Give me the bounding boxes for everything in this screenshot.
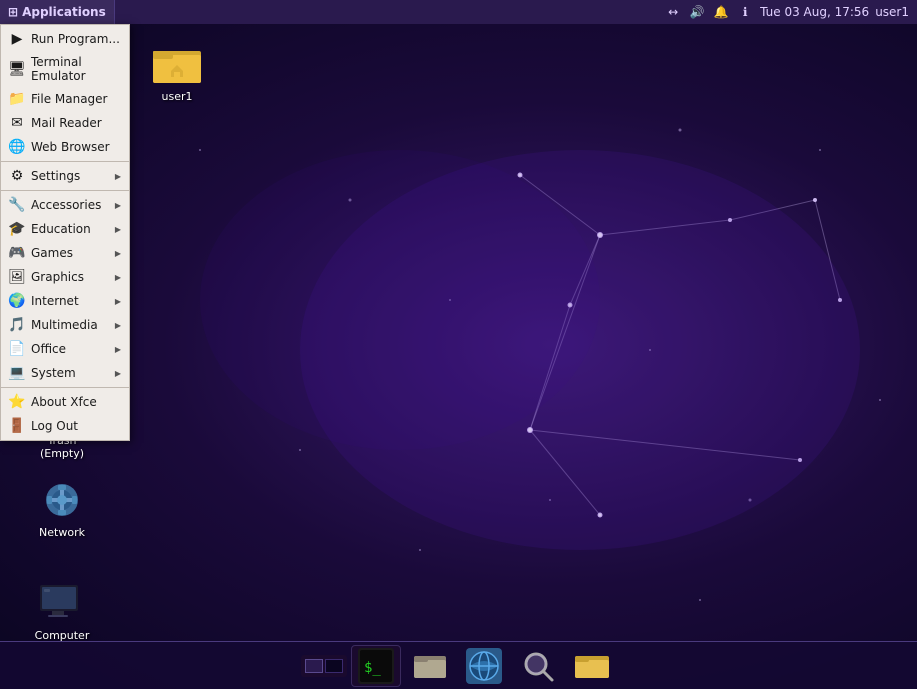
desktop-icon-computer[interactable]: Computer [22, 575, 102, 646]
menu-item-settings[interactable]: ⚙ Settings ▶ [1, 164, 129, 188]
desktop-icon-network[interactable]: Network [22, 472, 102, 543]
taskbar-folder[interactable] [567, 645, 617, 687]
menu-label-file-manager: File Manager [31, 92, 121, 106]
menu-label-system: System [31, 366, 109, 380]
notification-icon[interactable]: 🔔 [712, 3, 730, 21]
menu-icon-graphics: 🖼 [9, 269, 25, 285]
submenu-arrow-education: ▶ [115, 225, 121, 234]
menu-label-web-browser: Web Browser [31, 140, 121, 154]
menu-item-accessories[interactable]: 🔧 Accessories ▶ [1, 193, 129, 217]
menu-icon-games: 🎮 [9, 245, 25, 261]
info-icon[interactable]: ℹ [736, 3, 754, 21]
menu-item-multimedia[interactable]: 🎵 Multimedia ▶ [1, 313, 129, 337]
menu-label-about-xfce: About Xfce [31, 395, 121, 409]
panel-right: ↔ 🔊 🔔 ℹ Tue 03 Aug, 17:56 user1 [664, 3, 917, 21]
workspace2-btn[interactable] [325, 659, 343, 673]
desktop-icon-user1[interactable]: user1 [137, 36, 217, 107]
submenu-arrow-office: ▶ [115, 345, 121, 354]
menu-item-system[interactable]: 💻 System ▶ [1, 361, 129, 385]
menu-icon-web-browser: 🌐 [9, 139, 25, 155]
menu-separator [1, 190, 129, 191]
submenu-arrow-settings: ▶ [115, 172, 121, 181]
menu-separator [1, 387, 129, 388]
menu-icon-education: 🎓 [9, 221, 25, 237]
user1-folder-icon [153, 40, 201, 88]
submenu-arrow-system: ▶ [115, 369, 121, 378]
applications-label: Applications [22, 5, 106, 19]
workspace1-btn[interactable] [305, 659, 323, 673]
menu-label-mail-reader: Mail Reader [31, 116, 121, 130]
volume-icon[interactable]: 🔊 [688, 3, 706, 21]
menu-icon-run-program: ▶ [9, 31, 25, 47]
submenu-arrow-internet: ▶ [115, 297, 121, 306]
menu-icon-terminal-emulator: 🖥 [9, 61, 25, 77]
menu-item-education[interactable]: 🎓 Education ▶ [1, 217, 129, 241]
top-panel: ⊞ Applications ↔ 🔊 🔔 ℹ Tue 03 Aug, 17:56… [0, 0, 917, 24]
menu-item-log-out[interactable]: 🚪 Log Out [1, 414, 129, 438]
menu-icon-accessories: 🔧 [9, 197, 25, 213]
menu-item-file-manager[interactable]: 📁 File Manager [1, 87, 129, 111]
menu-icon-about-xfce: ⭐ [9, 394, 25, 410]
menu-separator [1, 161, 129, 162]
menu-item-office[interactable]: 📄 Office ▶ [1, 337, 129, 361]
menu-label-internet: Internet [31, 294, 109, 308]
taskbar-search[interactable] [513, 645, 563, 687]
menu-item-terminal-emulator[interactable]: 🖥 Terminal Emulator [1, 51, 129, 87]
taskbar: $_ [0, 641, 917, 689]
menu-label-run-program: Run Program... [31, 32, 121, 46]
menu-label-terminal-emulator: Terminal Emulator [31, 55, 121, 83]
menu-label-games: Games [31, 246, 109, 260]
menu-item-graphics[interactable]: 🖼 Graphics ▶ [1, 265, 129, 289]
submenu-arrow-graphics: ▶ [115, 273, 121, 282]
menu-label-accessories: Accessories [31, 198, 109, 212]
menu-label-graphics: Graphics [31, 270, 109, 284]
submenu-arrow-accessories: ▶ [115, 201, 121, 210]
workspace-switcher [301, 655, 347, 677]
user1-folder-label: user1 [162, 90, 193, 103]
menu-label-multimedia: Multimedia [31, 318, 109, 332]
menu-icon-mail-reader: ✉ [9, 115, 25, 131]
menu-label-log-out: Log Out [31, 419, 121, 433]
menu-item-games[interactable]: 🎮 Games ▶ [1, 241, 129, 265]
taskbar-web[interactable] [459, 645, 509, 687]
submenu-arrow-multimedia: ▶ [115, 321, 121, 330]
menu-item-internet[interactable]: 🌍 Internet ▶ [1, 289, 129, 313]
menu-icon-file-manager: 📁 [9, 91, 25, 107]
menu-item-about-xfce[interactable]: ⭐ About Xfce [1, 390, 129, 414]
menu-icon-log-out: 🚪 [9, 418, 25, 434]
username: user1 [875, 5, 909, 19]
network-desktop-icon [38, 476, 86, 524]
submenu-arrow-games: ▶ [115, 249, 121, 258]
menu-item-web-browser[interactable]: 🌐 Web Browser [1, 135, 129, 159]
svg-text:$_: $_ [364, 660, 381, 676]
menu-icon-internet: 🌍 [9, 293, 25, 309]
menu-label-settings: Settings [31, 169, 109, 183]
apps-icon: ⊞ [8, 5, 18, 19]
network-icon[interactable]: ↔ [664, 3, 682, 21]
computer-desktop-icon [38, 579, 86, 627]
network-label: Network [39, 526, 85, 539]
menu-icon-office: 📄 [9, 341, 25, 357]
taskbar-filemanager[interactable] [405, 645, 455, 687]
taskbar-terminal[interactable]: $_ [351, 645, 401, 687]
menu-label-education: Education [31, 222, 109, 236]
menu-item-run-program[interactable]: ▶ Run Program... [1, 27, 129, 51]
menu-item-mail-reader[interactable]: ✉ Mail Reader [1, 111, 129, 135]
clock: Tue 03 Aug, 17:56 [760, 5, 869, 19]
application-menu: ▶ Run Program... 🖥 Terminal Emulator 📁 File M… [0, 24, 130, 441]
applications-menu-button[interactable]: ⊞ Applications [0, 0, 115, 24]
menu-icon-settings: ⚙ [9, 168, 25, 184]
menu-icon-multimedia: 🎵 [9, 317, 25, 333]
menu-label-office: Office [31, 342, 109, 356]
menu-icon-system: 💻 [9, 365, 25, 381]
